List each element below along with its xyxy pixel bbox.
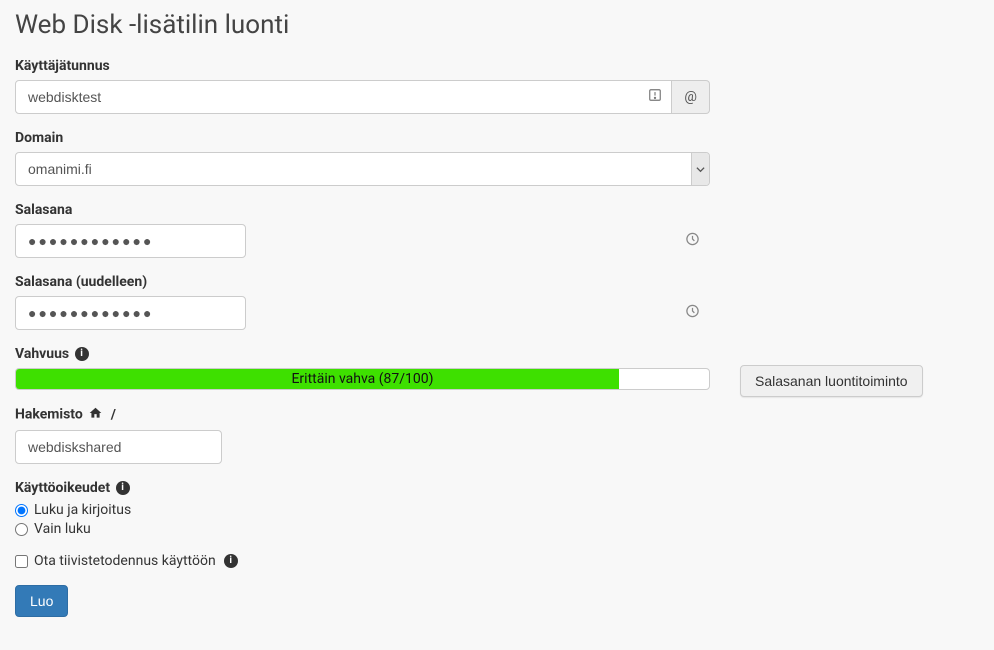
permissions-label-text: Käyttöoikeudet bbox=[15, 480, 110, 496]
autofill-icon bbox=[648, 88, 662, 106]
strength-label: Vahvuus i bbox=[15, 346, 710, 362]
page-title: Web Disk -lisätilin luonti bbox=[15, 10, 710, 40]
info-icon[interactable]: i bbox=[75, 347, 89, 361]
digest-auth-checkbox[interactable] bbox=[15, 555, 28, 568]
password-confirm-input[interactable] bbox=[15, 296, 246, 330]
path-separator: / bbox=[111, 407, 116, 423]
generate-icon[interactable] bbox=[685, 232, 700, 251]
strength-meter: Erittäin vahva (87/100) bbox=[15, 368, 710, 390]
permissions-label: Käyttöoikeudet i bbox=[15, 480, 710, 496]
directory-input[interactable] bbox=[15, 430, 222, 464]
strength-label-text: Vahvuus bbox=[15, 346, 69, 362]
username-input[interactable] bbox=[15, 80, 672, 114]
permission-readwrite-label: Luku ja kirjoitus bbox=[34, 502, 131, 518]
password-label: Salasana bbox=[15, 202, 710, 218]
permission-readonly-label: Vain luku bbox=[34, 521, 91, 537]
permission-readonly-radio[interactable] bbox=[15, 523, 28, 536]
password-confirm-label: Salasana (uudelleen) bbox=[15, 274, 710, 290]
at-addon: @ bbox=[672, 80, 710, 114]
digest-auth-label: Ota tiivistetodennus käyttöön bbox=[34, 553, 216, 569]
create-button[interactable]: Luo bbox=[15, 585, 68, 617]
password-input[interactable] bbox=[15, 224, 246, 258]
info-icon[interactable]: i bbox=[224, 554, 238, 568]
strength-text: Erittäin vahva (87/100) bbox=[16, 369, 709, 389]
username-label: Käyttäjätunnus bbox=[15, 58, 710, 74]
generate-icon[interactable] bbox=[685, 304, 700, 323]
password-generator-button[interactable]: Salasanan luontitoiminto bbox=[740, 365, 923, 397]
permission-readwrite-radio[interactable] bbox=[15, 504, 28, 517]
domain-select[interactable]: omanimi.fi bbox=[15, 152, 710, 186]
domain-label: Domain bbox=[15, 130, 710, 146]
info-icon[interactable]: i bbox=[116, 481, 130, 495]
home-icon bbox=[88, 406, 103, 424]
directory-label-text: Hakemisto bbox=[15, 407, 83, 423]
directory-label: Hakemisto / bbox=[15, 406, 710, 424]
